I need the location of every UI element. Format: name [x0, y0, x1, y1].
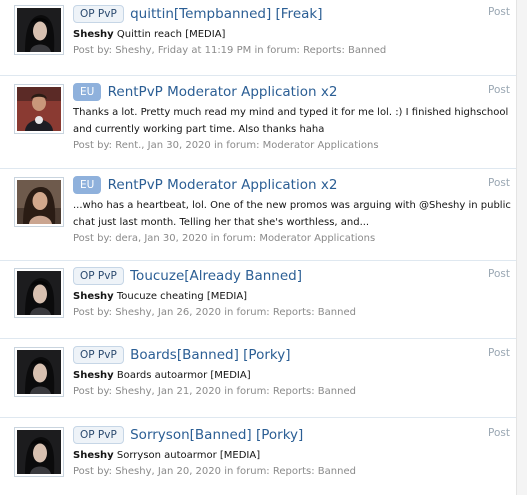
avatar-image-sheshy — [17, 350, 61, 394]
avatar-image-rent — [17, 87, 61, 131]
meta-date: Jan 26, 2020 — [157, 307, 221, 318]
avatar[interactable] — [14, 268, 64, 318]
avatar[interactable] — [14, 5, 64, 55]
search-result: OP PvP quittin[Tempbanned] [Freak] Post … — [0, 4, 516, 76]
result-snippet: Thanks a lot. Pretty much read my mind a… — [73, 104, 516, 138]
thread-prefix[interactable]: EU — [73, 176, 102, 194]
meta-in-forum-label: in forum: — [224, 466, 270, 477]
snippet-text: Sorryson autoarmor [MEDIA] — [113, 450, 261, 461]
avatar-image-sheshy — [17, 8, 61, 52]
meta-posted-by-label: Post by: — [73, 45, 113, 56]
meta-posted-by-label: Post by: — [73, 466, 113, 477]
search-result: EU RentPvP Moderator Application x2 Post… — [0, 172, 516, 261]
meta-author-link[interactable]: Rent. — [115, 140, 141, 151]
result-snippet: Sheshy Boards autoarmor [MEDIA] — [73, 367, 516, 384]
snippet-author-name: Sheshy — [73, 370, 114, 381]
meta-author-link[interactable]: Sheshy — [115, 466, 151, 477]
meta-author-link[interactable]: dera — [115, 233, 138, 244]
meta-forum-link[interactable]: Reports: Banned — [303, 45, 386, 56]
meta-date: Jan 30, 2020 — [144, 233, 208, 244]
snippet-text-line-2: and currently working part time. Also th… — [73, 124, 325, 135]
result-meta: Post by: Sheshy, Friday at 11:19 PM in f… — [73, 45, 387, 56]
result-type-label: Post — [488, 268, 510, 280]
avatar-image-sheshy — [17, 430, 61, 474]
meta-forum-link[interactable]: Moderator Applications — [259, 233, 375, 244]
snippet-text: Thanks a lot. Pretty much read my mind a… — [73, 107, 509, 118]
snippet-text-line-2: chat just last month. Telling her that s… — [73, 217, 370, 228]
meta-posted-by-label: Post by: — [73, 233, 113, 244]
result-meta: Post by: Rent., Jan 30, 2020 in forum: M… — [73, 140, 379, 151]
meta-author-link[interactable]: Sheshy — [115, 45, 151, 56]
meta-posted-by-label: Post by: — [73, 386, 113, 397]
avatar[interactable] — [14, 427, 64, 477]
meta-forum-link[interactable]: Moderator Applications — [263, 140, 379, 151]
meta-in-forum-label: in forum: — [210, 233, 257, 244]
snippet-author-name: Sheshy — [73, 29, 114, 40]
meta-date: Jan 30, 2020 — [147, 140, 211, 151]
result-meta: Post by: Sheshy, Jan 20, 2020 in forum: … — [73, 466, 356, 477]
thread-prefix[interactable]: OP PvP — [73, 426, 124, 444]
result-title-link[interactable]: Boards[Banned] [Porky] — [130, 347, 290, 363]
meta-date: Friday at 11:19 PM — [157, 45, 252, 56]
page-scrollbar[interactable] — [516, 0, 527, 495]
search-results-list: OP PvP quittin[Tempbanned] [Freak] Post … — [0, 0, 527, 495]
meta-posted-by-label: Post by: — [73, 307, 113, 318]
result-title-link[interactable]: RentPvP Moderator Application x2 — [108, 177, 338, 193]
meta-forum-link[interactable]: Reports: Banned — [273, 386, 356, 397]
meta-date: Jan 20, 2020 — [157, 466, 221, 477]
thread-prefix[interactable]: OP PvP — [73, 267, 124, 285]
meta-author-link[interactable]: Sheshy — [115, 386, 151, 397]
result-snippet: Sheshy Toucuze cheating [MEDIA] — [73, 288, 516, 305]
avatar-image-sheshy — [17, 271, 61, 315]
avatar[interactable] — [14, 347, 64, 397]
meta-posted-by-label: Post by: — [73, 140, 113, 151]
snippet-author-name: Sheshy — [73, 291, 114, 302]
result-type-label: Post — [488, 347, 510, 359]
result-snippet: Sheshy Quittin reach [MEDIA] — [73, 26, 516, 43]
result-title-link[interactable]: Sorryson[Banned] [Porky] — [130, 427, 303, 443]
result-type-label: Post — [488, 177, 510, 189]
thread-prefix[interactable]: EU — [73, 83, 102, 101]
meta-in-forum-label: in forum: — [213, 140, 260, 151]
meta-in-forum-label: in forum: — [224, 386, 270, 397]
result-type-label: Post — [488, 84, 510, 96]
snippet-text: Quittin reach [MEDIA] — [113, 29, 226, 40]
result-meta: Post by: Sheshy, Jan 26, 2020 in forum: … — [73, 307, 356, 318]
snippet-author-name: Sheshy — [73, 450, 114, 461]
thread-prefix[interactable]: OP PvP — [73, 5, 124, 23]
search-result: OP PvP Boards[Banned] [Porky] Post Shesh… — [0, 343, 516, 418]
result-snippet: ...who has a heartbeat, lol. One of the … — [73, 197, 516, 231]
result-meta: Post by: dera, Jan 30, 2020 in forum: Mo… — [73, 233, 376, 244]
result-type-label: Post — [488, 6, 510, 18]
snippet-text: ...who has a heartbeat, lol. One of the … — [73, 200, 511, 211]
result-title-link[interactable]: RentPvP Moderator Application x2 — [108, 84, 338, 100]
result-meta: Post by: Sheshy, Jan 21, 2020 in forum: … — [73, 386, 356, 397]
meta-in-forum-label: in forum: — [224, 307, 270, 318]
result-title-link[interactable]: Toucuze[Already Banned] — [130, 268, 302, 284]
avatar[interactable] — [14, 177, 64, 227]
result-snippet: Sheshy Sorryson autoarmor [MEDIA] — [73, 447, 516, 464]
search-result: OP PvP Toucuze[Already Banned] Post Shes… — [0, 264, 516, 339]
search-result: EU RentPvP Moderator Application x2 Post… — [0, 80, 516, 169]
avatar[interactable] — [14, 84, 64, 134]
meta-date: Jan 21, 2020 — [157, 386, 221, 397]
meta-forum-link[interactable]: Reports: Banned — [273, 307, 356, 318]
thread-prefix[interactable]: OP PvP — [73, 346, 124, 364]
meta-forum-link[interactable]: Reports: Banned — [273, 466, 356, 477]
avatar-image-dera — [17, 180, 61, 224]
search-result: OP PvP Sorryson[Banned] [Porky] Post She… — [0, 422, 516, 494]
snippet-text: Boards autoarmor [MEDIA] — [113, 370, 251, 381]
result-type-label: Post — [488, 427, 510, 439]
meta-author-link[interactable]: Sheshy — [115, 307, 151, 318]
meta-in-forum-label: in forum: — [254, 45, 300, 56]
result-title-link[interactable]: quittin[Tempbanned] [Freak] — [130, 6, 322, 22]
snippet-text: Toucuze cheating [MEDIA] — [113, 291, 248, 302]
